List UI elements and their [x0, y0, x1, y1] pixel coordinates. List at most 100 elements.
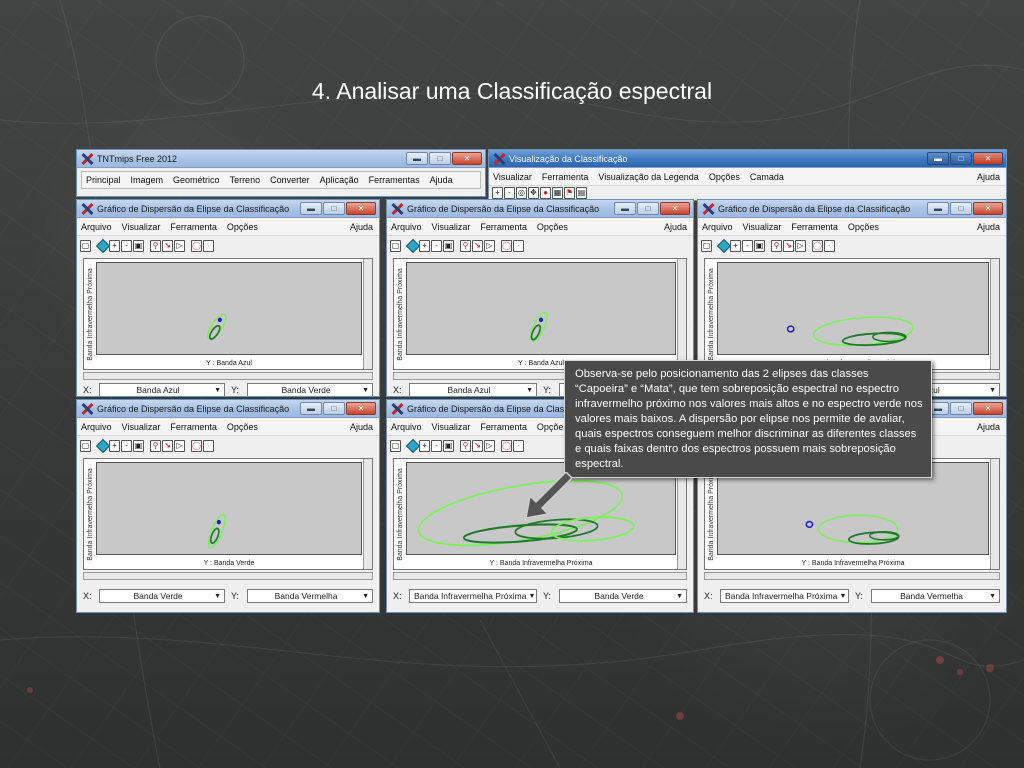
minimize-button[interactable]: ▬: [300, 202, 322, 215]
zoom-out-icon[interactable]: -: [121, 240, 132, 252]
menu-visualizar[interactable]: Visualizar: [432, 222, 471, 232]
zoom-fit-icon[interactable]: ▣: [754, 240, 765, 252]
new-file-icon[interactable]: ▢: [390, 440, 401, 452]
menu-visualizar[interactable]: Visualizar: [432, 422, 471, 432]
vertical-scrollbar[interactable]: [990, 259, 999, 369]
vertical-scrollbar[interactable]: [990, 459, 999, 569]
scatter-plot[interactable]: Banda Infravermelha Próxima Y : Banda Ve…: [83, 458, 373, 570]
menu-terreno[interactable]: Terreno: [230, 175, 261, 185]
scatter-window-titlebar[interactable]: Gráfico de Dispersão da Elipse da Classi…: [698, 200, 1006, 218]
zoom-in-icon[interactable]: +: [492, 187, 503, 199]
dot-icon[interactable]: ·: [513, 240, 524, 252]
menu-ajuda[interactable]: Ajuda: [350, 422, 373, 432]
close-button[interactable]: ✕: [973, 402, 1003, 415]
new-file-icon[interactable]: ▢: [390, 240, 401, 252]
select-icon[interactable]: ⚲: [460, 240, 471, 252]
menu-ferramentas[interactable]: Ferramentas: [369, 175, 420, 185]
zoom-fit-icon[interactable]: ▣: [443, 440, 454, 452]
zoom-in-icon[interactable]: +: [109, 440, 120, 452]
zoom-fit-icon[interactable]: ▣: [133, 240, 144, 252]
viz-window-titlebar[interactable]: Visualização da Classificação ▬ □ ✕: [489, 150, 1006, 168]
pan-icon[interactable]: ✥: [528, 187, 539, 199]
minimize-button[interactable]: ▬: [300, 402, 322, 415]
y-axis-dropdown[interactable]: Banda Vermelha ▼: [871, 589, 1000, 603]
dot-icon[interactable]: ·: [203, 440, 214, 452]
scale-icon[interactable]: ▷: [484, 440, 495, 452]
menu-visualizar[interactable]: Visualizar: [122, 222, 161, 232]
diamond-icon[interactable]: [407, 440, 418, 452]
maximize-button[interactable]: □: [323, 402, 345, 415]
horizontal-scrollbar[interactable]: [704, 572, 1000, 580]
y-axis-dropdown[interactable]: Banda Verde ▼: [559, 589, 687, 603]
diamond-icon[interactable]: [407, 240, 418, 252]
menu-ferramenta[interactable]: Ferramenta: [480, 422, 527, 432]
zoom-in-icon[interactable]: +: [730, 240, 741, 252]
stop-icon[interactable]: ●: [540, 187, 551, 199]
menu-opcoes[interactable]: Opções: [227, 222, 258, 232]
minimize-button[interactable]: ▬: [927, 202, 949, 215]
menu-ajuda[interactable]: Ajuda: [664, 222, 687, 232]
x-axis-dropdown[interactable]: Banda Infravermelha Próxima ▼: [409, 589, 537, 603]
eraser-icon[interactable]: ◯: [812, 240, 823, 252]
menu-aplicacao[interactable]: Aplicação: [320, 175, 359, 185]
dot-icon[interactable]: ·: [203, 240, 214, 252]
dot-icon[interactable]: ·: [513, 440, 524, 452]
maximize-button[interactable]: □: [950, 402, 972, 415]
plot-area[interactable]: [96, 462, 362, 555]
menu-ajuda[interactable]: Ajuda: [977, 172, 1000, 182]
menu-ajuda[interactable]: Ajuda: [977, 222, 1000, 232]
menu-ferramenta[interactable]: Ferramenta: [542, 172, 589, 182]
arrow-tool-icon[interactable]: ↘: [162, 240, 173, 252]
menu-geometrico[interactable]: Geométrico: [173, 175, 220, 185]
plot-area[interactable]: [406, 262, 676, 355]
zoom-in-icon[interactable]: +: [109, 240, 120, 252]
zoom-in-icon[interactable]: +: [419, 240, 430, 252]
menu-ajuda[interactable]: Ajuda: [350, 222, 373, 232]
close-button[interactable]: ✕: [346, 402, 376, 415]
scale-icon[interactable]: ▷: [795, 240, 806, 252]
menu-visualizacao-legenda[interactable]: Visualização da Legenda: [598, 172, 698, 182]
arrow-tool-icon[interactable]: ↘: [472, 240, 483, 252]
menu-ajuda[interactable]: Ajuda: [977, 422, 1000, 432]
menu-arquivo[interactable]: Arquivo: [391, 222, 422, 232]
eraser-icon[interactable]: ◯: [501, 240, 512, 252]
minimize-button[interactable]: ▬: [614, 202, 636, 215]
eraser-icon[interactable]: ◯: [191, 440, 202, 452]
scatter-plot[interactable]: Banda Infravermelha Próxima Y : Banda Az…: [83, 258, 373, 370]
flag-icon[interactable]: ⚑: [564, 187, 575, 199]
zoom-in-icon[interactable]: +: [419, 440, 430, 452]
close-button[interactable]: ✕: [452, 152, 482, 165]
diamond-icon[interactable]: [97, 240, 108, 252]
maximize-button[interactable]: □: [950, 202, 972, 215]
menu-visualizar[interactable]: Visualizar: [122, 422, 161, 432]
x-axis-dropdown[interactable]: Banda Verde ▼: [99, 589, 225, 603]
horizontal-scrollbar[interactable]: [393, 572, 687, 580]
layer-icon[interactable]: ▤: [576, 187, 587, 199]
arrow-tool-icon[interactable]: ↘: [162, 440, 173, 452]
eraser-icon[interactable]: ◯: [501, 440, 512, 452]
close-button[interactable]: ✕: [973, 202, 1003, 215]
grid-icon[interactable]: ▦: [552, 187, 563, 199]
scale-icon[interactable]: ▷: [174, 240, 185, 252]
zoom-fit-icon[interactable]: ▣: [133, 440, 144, 452]
horizontal-scrollbar[interactable]: [83, 572, 373, 580]
menu-opcoes[interactable]: Opções: [537, 222, 568, 232]
new-file-icon[interactable]: ▢: [701, 240, 712, 252]
scatter-window-titlebar[interactable]: Gráfico de Dispersão da Elipse da Classi…: [77, 200, 379, 218]
menu-arquivo[interactable]: Arquivo: [391, 422, 422, 432]
zoom-out-icon[interactable]: -: [742, 240, 753, 252]
zoom-out-icon[interactable]: -: [431, 440, 442, 452]
menu-ajuda[interactable]: Ajuda: [430, 175, 453, 185]
plot-area[interactable]: [717, 262, 989, 355]
zoom-fit-icon[interactable]: ▣: [443, 240, 454, 252]
menu-principal[interactable]: Principal: [86, 175, 121, 185]
menu-ferramenta[interactable]: Ferramenta: [791, 222, 838, 232]
menu-imagem[interactable]: Imagem: [131, 175, 164, 185]
vertical-scrollbar[interactable]: [363, 259, 372, 369]
y-axis-dropdown[interactable]: Banda Verde ▼: [247, 383, 373, 396]
menu-ferramenta[interactable]: Ferramenta: [170, 422, 217, 432]
plot-area[interactable]: [96, 262, 362, 355]
scatter-window-titlebar[interactable]: Gráfico de Dispersão da Elipse da Classi…: [387, 200, 693, 218]
horizontal-scrollbar[interactable]: [83, 372, 373, 380]
new-file-icon[interactable]: ▢: [80, 440, 91, 452]
